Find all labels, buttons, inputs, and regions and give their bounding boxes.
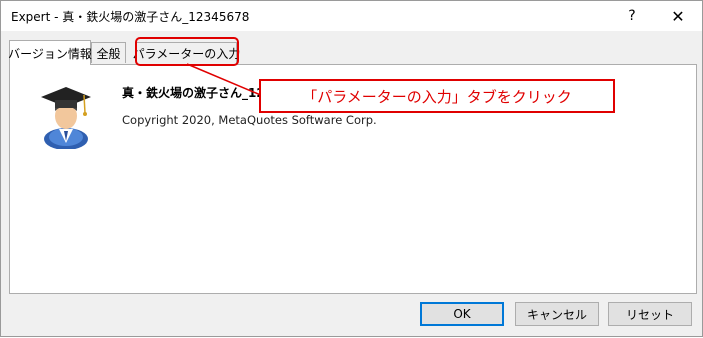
window-title: Expert - 真・鉄火場の激子さん_12345678 (11, 10, 250, 24)
close-button[interactable]: ✕ (655, 1, 701, 31)
expert-graduate-icon (41, 87, 91, 149)
tab-general[interactable]: 全般 (91, 42, 126, 63)
expert-dialog: Expert - 真・鉄火場の激子さん_12345678 ? ✕ バージョン情報… (0, 0, 703, 337)
copyright-text: Copyright 2020, MetaQuotes Software Corp… (122, 113, 377, 127)
tab-version-info[interactable]: バージョン情報 (8, 40, 92, 65)
ok-button[interactable]: OK (420, 302, 504, 326)
annotation-callout: 「パラメーターの入力」タブをクリック (259, 79, 615, 113)
cancel-button[interactable]: キャンセル (515, 302, 599, 326)
tab-highlight-frame (135, 37, 239, 66)
help-button[interactable]: ? (609, 1, 655, 31)
title-bar: Expert - 真・鉄火場の激子さん_12345678 ? ✕ (1, 1, 702, 31)
reset-button[interactable]: リセット (608, 302, 692, 326)
